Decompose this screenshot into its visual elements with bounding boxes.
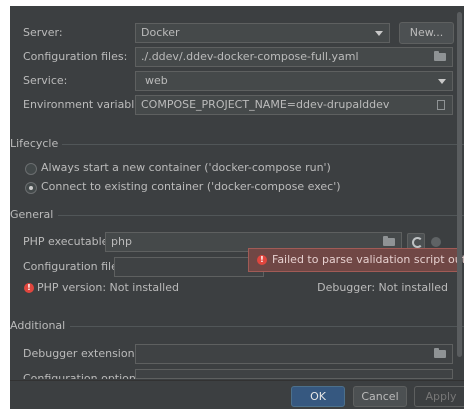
server-select[interactable]: Docker <box>135 23 390 43</box>
additional-title: Additional <box>10 319 66 332</box>
env-vars-input[interactable]: COMPOSE_PROJECT_NAME=ddev-drupalddev <box>135 95 453 115</box>
folder-icon[interactable] <box>434 348 446 358</box>
debugger-extension-input[interactable] <box>135 344 453 364</box>
php-executable-value: php <box>111 235 132 248</box>
env-vars-label: Environment variables: <box>23 98 151 111</box>
service-value: web <box>145 74 168 87</box>
radio-new-container-label[interactable]: Always start a new container ('docker-co… <box>41 161 331 175</box>
service-label: Service: <box>23 74 68 87</box>
folder-icon[interactable] <box>434 51 446 61</box>
cli-interpreter-dialog: Server: Docker New... Configuration file… <box>10 6 464 409</box>
scrollbar[interactable] <box>457 12 462 357</box>
debugger-status: Debugger: Not installed <box>317 281 448 294</box>
radio-existing-container-label[interactable]: Connect to existing container ('docker-c… <box>41 180 341 194</box>
php-executable-label: PHP executable: <box>23 235 113 248</box>
configuration-options-input[interactable] <box>135 369 453 379</box>
radio-existing-container[interactable] <box>25 182 37 194</box>
folder-icon[interactable] <box>383 236 395 246</box>
divider <box>70 326 464 327</box>
edit-env-icon[interactable] <box>437 100 445 110</box>
general-section-header: General <box>10 208 464 222</box>
chevron-down-icon <box>375 31 383 36</box>
lifecycle-title: Lifecycle <box>10 137 59 150</box>
new-server-button[interactable]: New... <box>399 22 454 44</box>
config-files-value: ./.ddev/.ddev-docker-compose-full.yaml <box>141 50 359 63</box>
lifecycle-section-header: Lifecycle <box>10 137 464 151</box>
error-icon: ! <box>257 255 267 265</box>
service-select[interactable]: web <box>135 71 453 91</box>
config-files-input[interactable]: ./.ddev/.ddev-docker-compose-full.yaml <box>135 47 453 67</box>
server-value: Docker <box>141 26 180 39</box>
configuration-options-label: Configuration options: <box>23 372 146 379</box>
ok-button[interactable]: OK <box>291 386 345 407</box>
additional-section-header: Additional <box>10 319 464 333</box>
divider <box>58 215 464 216</box>
configuration-file-label: Configuration file: <box>23 260 122 273</box>
info-icon[interactable] <box>431 237 441 247</box>
apply-button[interactable]: Apply <box>414 386 464 407</box>
error-icon: ! <box>24 283 34 293</box>
server-label: Server: <box>23 26 63 39</box>
divider <box>62 144 464 145</box>
error-tooltip: ! Failed to parse validation script outp… <box>248 248 464 272</box>
radio-new-container[interactable] <box>25 163 37 175</box>
php-version-status: PHP version: Not installed <box>37 281 179 294</box>
cancel-button[interactable]: Cancel <box>353 386 407 407</box>
configuration-file-input[interactable] <box>114 257 264 277</box>
refresh-icon <box>412 237 423 248</box>
debugger-extension-label: Debugger extension: <box>23 347 139 360</box>
general-title: General <box>10 208 54 221</box>
chevron-down-icon <box>438 79 446 84</box>
config-files-label: Configuration files: <box>23 50 128 63</box>
dialog-footer: OK Cancel Apply <box>10 380 464 409</box>
error-tooltip-text: Failed to parse validation script output <box>272 253 464 266</box>
env-vars-value: COMPOSE_PROJECT_NAME=ddev-drupalddev <box>141 98 390 111</box>
